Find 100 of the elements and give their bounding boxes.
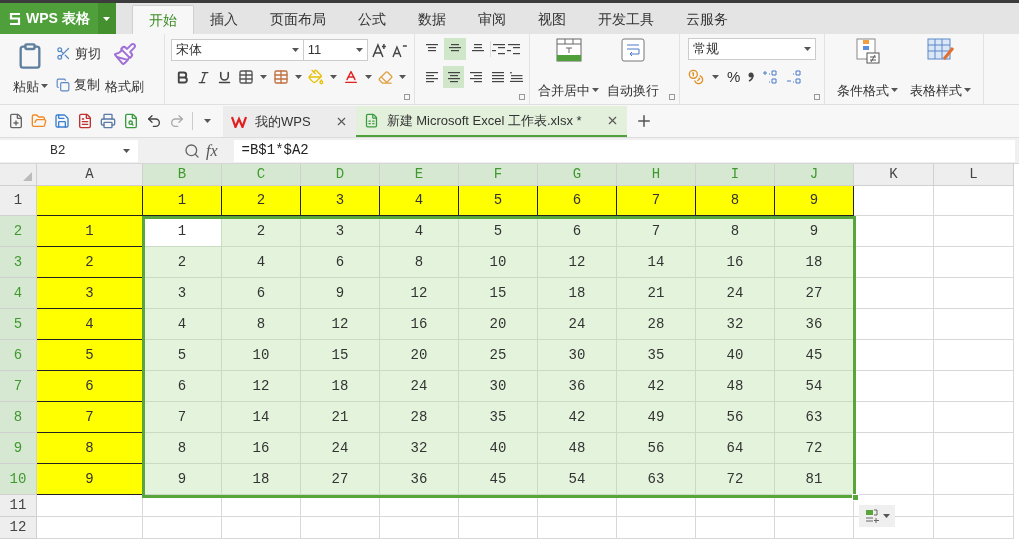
folder-icon[interactable] bbox=[31, 113, 47, 129]
save-icon[interactable] bbox=[54, 113, 70, 129]
borders-icon[interactable] bbox=[238, 69, 254, 85]
table-cell: 4 bbox=[37, 309, 143, 340]
caret-icon bbox=[891, 88, 898, 93]
fill-handle[interactable] bbox=[852, 494, 859, 501]
table-cell: 2 bbox=[143, 247, 222, 278]
table-cell: 8 bbox=[380, 247, 459, 278]
font-color-icon[interactable] bbox=[343, 69, 359, 85]
spreadsheet-file-icon bbox=[363, 113, 379, 128]
merge-center-button[interactable]: 合并居中 bbox=[538, 38, 599, 100]
table-cell: 1 bbox=[37, 216, 143, 247]
row-header[interactable]: 11 bbox=[0, 495, 37, 517]
document-tab[interactable]: 新建 Microsoft Excel 工作表.xlsx * bbox=[355, 106, 627, 137]
format-painter-button[interactable]: 格式刷 bbox=[105, 38, 144, 100]
search-icon[interactable] bbox=[184, 142, 200, 159]
cell-style-icon[interactable] bbox=[273, 69, 289, 85]
print-icon[interactable] bbox=[100, 113, 116, 129]
wrap-text-button[interactable]: 自动换行 bbox=[607, 38, 659, 100]
underline-icon[interactable] bbox=[217, 69, 232, 85]
paintbrush-icon bbox=[112, 42, 137, 66]
table-cell: 63 bbox=[775, 402, 854, 433]
bold-icon[interactable] bbox=[175, 69, 190, 85]
table-cell: 5 bbox=[37, 340, 143, 371]
table-cell: 54 bbox=[538, 464, 617, 495]
table-cell: 16 bbox=[380, 309, 459, 340]
table-style-button[interactable]: 表格样式 bbox=[910, 38, 971, 100]
ribbon-tab[interactable]: 审阅 bbox=[461, 5, 522, 34]
table-cell: 32 bbox=[380, 433, 459, 464]
row-header[interactable]: 12 bbox=[0, 517, 37, 539]
paste-options-button[interactable] bbox=[859, 505, 895, 527]
distributed-icon bbox=[509, 71, 523, 83]
table-cell: 40 bbox=[696, 340, 775, 371]
corner-triangle-icon bbox=[23, 172, 32, 181]
eraser-icon[interactable] bbox=[378, 69, 393, 85]
ribbon-tab[interactable]: 云服务 bbox=[669, 5, 744, 34]
decrease-decimal-icon[interactable] bbox=[786, 69, 803, 86]
table-cell: 24 bbox=[696, 278, 775, 309]
number-format-dropdown[interactable]: 常规 bbox=[688, 38, 816, 60]
table-cell: 24 bbox=[380, 371, 459, 402]
name-box[interactable]: B2 bbox=[0, 139, 138, 162]
table-cell: 64 bbox=[696, 433, 775, 464]
wrap-text-icon bbox=[621, 38, 645, 62]
table-cell: 56 bbox=[696, 402, 775, 433]
font-size-dropdown[interactable]: 11 bbox=[302, 39, 369, 61]
function-button[interactable]: fx bbox=[206, 138, 218, 163]
align-button[interactable] bbox=[444, 38, 466, 60]
row-header[interactable]: 1 bbox=[0, 186, 37, 216]
table-cell: 8 bbox=[37, 433, 143, 464]
table-cell: 21 bbox=[301, 402, 380, 433]
align-button[interactable] bbox=[443, 66, 465, 88]
redo-icon[interactable] bbox=[169, 113, 185, 129]
ribbon-tab[interactable]: 开始 bbox=[131, 5, 194, 34]
undo-icon[interactable] bbox=[146, 113, 162, 129]
conditional-format-button[interactable]: 条件格式 bbox=[837, 38, 898, 100]
table-cell: 7 bbox=[37, 402, 143, 433]
percent-button[interactable]: % bbox=[727, 66, 741, 89]
paste-options-icon bbox=[864, 509, 879, 523]
table-cell: 35 bbox=[459, 402, 538, 433]
column-header[interactable]: A bbox=[37, 164, 143, 186]
formula-field[interactable]: =B$1*$A2 bbox=[233, 139, 1015, 162]
table-cell: 48 bbox=[538, 433, 617, 464]
caret-icon bbox=[40, 84, 48, 89]
currency-icon[interactable] bbox=[688, 69, 704, 86]
font-name-dropdown[interactable]: 宋体 bbox=[171, 39, 304, 61]
ribbon-tab[interactable]: 插入 bbox=[193, 5, 254, 34]
table-cell: 6 bbox=[143, 371, 222, 402]
italic-icon[interactable] bbox=[196, 69, 211, 85]
caret-icon bbox=[295, 75, 302, 79]
table-cell: 1 bbox=[143, 186, 222, 216]
print-preview-icon[interactable] bbox=[123, 113, 139, 129]
export-pdf-icon[interactable] bbox=[77, 113, 93, 129]
ribbon-tab[interactable]: 视图 bbox=[521, 5, 582, 34]
dialog-launcher-icon[interactable] bbox=[519, 94, 525, 100]
decrease-font-icon bbox=[392, 42, 408, 58]
document-tab[interactable]: 我的WPS bbox=[223, 106, 356, 137]
new-file-icon[interactable] bbox=[8, 113, 24, 129]
increase-decimal-icon[interactable] bbox=[762, 69, 779, 86]
paste-button[interactable]: 粘贴 bbox=[8, 38, 52, 100]
dialog-launcher-icon[interactable] bbox=[404, 94, 410, 100]
copy-button[interactable]: 复制 bbox=[56, 74, 101, 95]
table-cell: 42 bbox=[617, 371, 696, 402]
column-header[interactable]: L bbox=[934, 164, 1014, 186]
cut-button[interactable]: 剪切 bbox=[56, 43, 101, 64]
column-header[interactable]: K bbox=[854, 164, 934, 186]
dialog-launcher-icon[interactable] bbox=[814, 94, 820, 100]
align-left-icon bbox=[424, 71, 439, 83]
table-cell: 30 bbox=[538, 340, 617, 371]
dialog-launcher-icon[interactable] bbox=[669, 94, 675, 100]
table-cell: 4 bbox=[143, 309, 222, 340]
table-cell: 72 bbox=[696, 464, 775, 495]
ribbon-tab[interactable]: 开发工具 bbox=[581, 5, 670, 34]
fill-color-icon[interactable] bbox=[308, 69, 324, 85]
ribbon-tab[interactable]: 公式 bbox=[341, 5, 402, 34]
caret-icon bbox=[291, 48, 299, 52]
table-cell: 12 bbox=[301, 309, 380, 340]
thousands-separator-icon[interactable] bbox=[748, 72, 755, 83]
table-cell: 36 bbox=[380, 464, 459, 495]
ribbon-tab[interactable]: 数据 bbox=[401, 5, 462, 34]
ribbon-tab[interactable]: 页面布局 bbox=[253, 5, 342, 34]
